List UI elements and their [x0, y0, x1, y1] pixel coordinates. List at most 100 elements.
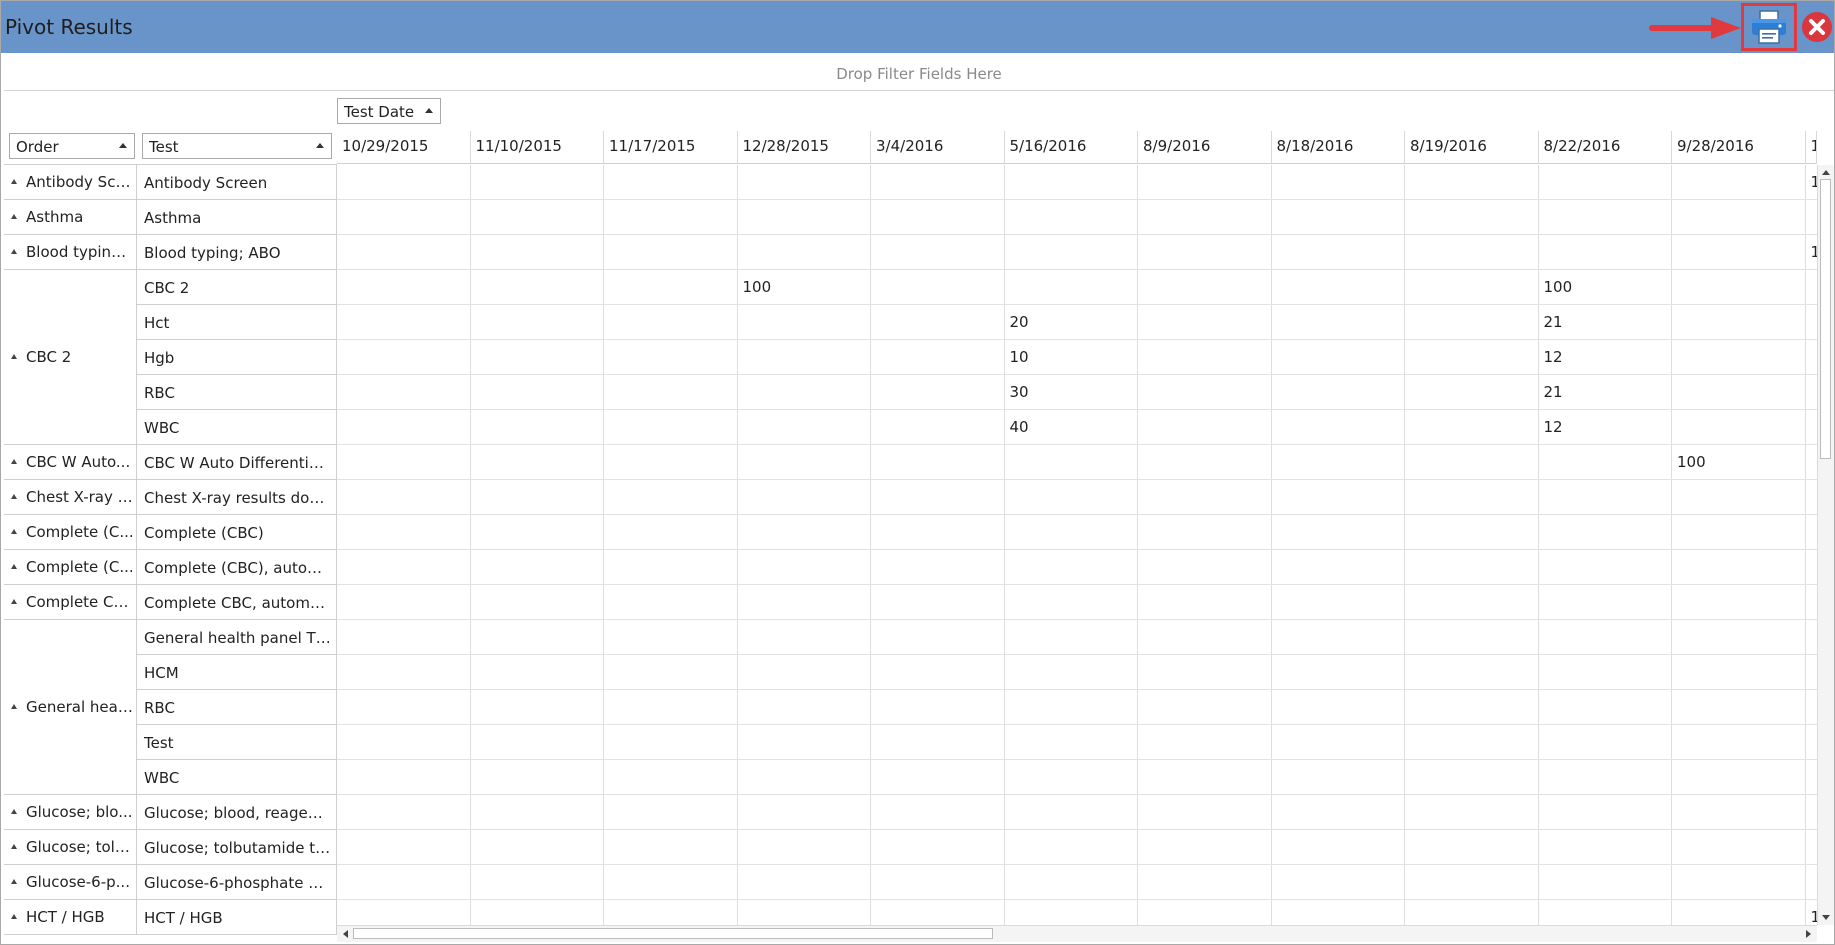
order-row-header[interactable]: Chest X-ray r... [4, 480, 137, 515]
horizontal-scroll-thumb[interactable] [353, 928, 993, 939]
filter-drop-zone-label: Drop Filter Fields Here [836, 65, 1002, 83]
order-row-header[interactable]: Glucose-6-p... [4, 865, 137, 900]
order-label: Complete CB... [26, 592, 134, 611]
order-row-header[interactable]: Asthma [4, 200, 137, 235]
order-row-header[interactable]: CBC 2 [4, 270, 137, 445]
order-label: Antibody Scr... [26, 172, 134, 191]
order-row-header[interactable]: Antibody Scr... [4, 165, 137, 200]
grid-row-line [337, 409, 1817, 410]
order-row-header[interactable]: Glucose; tolb... [4, 830, 137, 865]
close-icon [1802, 12, 1832, 42]
column-header[interactable]: 8/18/2016 [1271, 131, 1405, 164]
order-label: HCT / HGB [26, 907, 105, 926]
collapse-icon[interactable] [11, 843, 17, 849]
column-header[interactable]: 12/28/2015 [737, 131, 871, 164]
collapse-icon[interactable] [11, 878, 17, 884]
collapse-icon[interactable] [11, 458, 17, 464]
scroll-right-button[interactable] [1801, 927, 1815, 941]
test-row-header: General health panel This... [137, 620, 337, 655]
order-row-header[interactable]: CBC W Auto... [4, 445, 137, 480]
column-header[interactable]: 3/4/2016 [871, 131, 1005, 164]
test-row-header: Glucose-6-phosphate de... [137, 865, 337, 900]
test-row-header: Chest X-ray results docu... [137, 480, 337, 515]
order-row-header[interactable]: Complete CB... [4, 585, 137, 620]
grid-row-line [337, 444, 1817, 445]
data-grid: 1010100100202110123021401210010 [337, 165, 1817, 933]
data-cell-value: 10 [1009, 348, 1029, 366]
grid-row-line [337, 199, 1817, 200]
arrow-up-icon [1822, 169, 1830, 175]
scroll-up-button[interactable] [1819, 165, 1833, 179]
collapse-icon[interactable] [11, 703, 17, 709]
collapse-icon[interactable] [11, 248, 17, 254]
grid-row-line [337, 269, 1817, 270]
horizontal-scrollbar[interactable] [337, 925, 1817, 942]
test-row-header: Complete CBC, automate... [137, 585, 337, 620]
collapse-icon[interactable] [11, 213, 17, 219]
column-header[interactable]: 9/28/2016 [1672, 131, 1806, 164]
order-row-header[interactable]: Complete (C... [4, 550, 137, 585]
order-label: Blood typing;... [26, 242, 134, 261]
order-row-header[interactable]: General healt... [4, 620, 137, 795]
test-row-header: Asthma [137, 200, 337, 235]
order-row-header[interactable]: Glucose; blo... [4, 795, 137, 830]
filter-drop-zone[interactable]: Drop Filter Fields Here [4, 54, 1834, 91]
column-header[interactable]: 8/19/2016 [1405, 131, 1539, 164]
column-header[interactable]: 10/1 [1805, 131, 1817, 164]
collapse-icon[interactable] [11, 178, 17, 184]
column-header[interactable]: 10/29/2015 [337, 131, 471, 164]
test-row-header: Glucose; tolbutamide tol... [137, 830, 337, 865]
collapse-icon[interactable] [11, 598, 17, 604]
data-cell-value: 100 [742, 278, 772, 296]
print-button[interactable] [1741, 3, 1797, 51]
order-row-header[interactable]: Blood typing;... [4, 235, 137, 270]
test-row-header: WBC [137, 760, 337, 795]
row-headers: Antibody Scr... Asthma Blood typing;... CBC… [4, 165, 337, 944]
collapse-icon[interactable] [11, 493, 17, 499]
order-field-button[interactable]: Order [9, 133, 135, 159]
test-field-button[interactable]: Test [142, 133, 332, 159]
grid-row-line [337, 339, 1817, 340]
order-label: CBC W Auto... [26, 452, 131, 471]
test-row-header: CBC 2 [137, 270, 337, 305]
column-header[interactable]: 8/22/2016 [1538, 131, 1672, 164]
collapse-icon[interactable] [11, 528, 17, 534]
collapse-icon[interactable] [11, 913, 17, 919]
printer-icon [1752, 10, 1786, 44]
vertical-scroll-thumb[interactable] [1820, 179, 1831, 459]
column-header[interactable]: 8/9/2016 [1138, 131, 1272, 164]
test-row-header: RBC [137, 375, 337, 410]
order-label: General healt... [26, 697, 134, 716]
grid-row-line [337, 759, 1817, 760]
column-header[interactable]: 11/17/2015 [604, 131, 738, 164]
scroll-left-button[interactable] [338, 927, 352, 941]
grid-row-line [337, 479, 1817, 480]
sort-ascending-icon [119, 143, 127, 148]
test-row-header: Blood typing; ABO [137, 235, 337, 270]
grid-row-line [337, 654, 1817, 655]
test-row-header: RBC [137, 690, 337, 725]
order-label: Complete (C... [26, 557, 134, 576]
scroll-down-button[interactable] [1819, 910, 1833, 924]
order-row-header[interactable]: Complete (C... [4, 515, 137, 550]
column-header[interactable]: 5/16/2016 [1004, 131, 1138, 164]
test-date-field-button[interactable]: Test Date [337, 98, 441, 124]
test-row-header: Test [137, 725, 337, 760]
order-row-header[interactable]: HCT / HGB [4, 900, 137, 935]
grid-row-line [337, 584, 1817, 585]
grid-row-line [337, 549, 1817, 550]
grid-row-line [337, 829, 1817, 830]
column-header[interactable]: 11/10/2015 [470, 131, 604, 164]
close-button[interactable] [1801, 11, 1833, 43]
order-label: Chest X-ray r... [26, 487, 134, 506]
collapse-icon[interactable] [11, 353, 17, 359]
arrow-right-icon [1805, 930, 1811, 938]
test-row-header: WBC [137, 410, 337, 445]
collapse-icon[interactable] [11, 563, 17, 569]
collapse-icon[interactable] [11, 808, 17, 814]
data-cell-value: 21 [1543, 383, 1563, 401]
window-title: Pivot Results [5, 15, 133, 39]
data-cell-value: 30 [1009, 383, 1029, 401]
vertical-scrollbar[interactable] [1817, 165, 1834, 925]
test-row-header: Complete (CBC), automat... [137, 550, 337, 585]
